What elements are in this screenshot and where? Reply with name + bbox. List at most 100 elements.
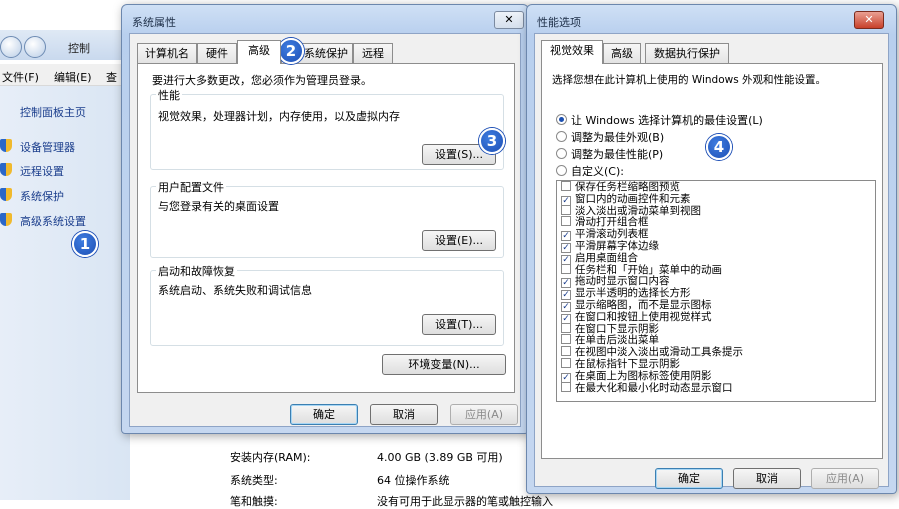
tab-dep[interactable]: 数据执行保护 bbox=[645, 43, 729, 64]
effect-item[interactable]: ✓ 在桌面上为图标标签使用阴影 bbox=[557, 369, 875, 383]
menu-view[interactable]: 查 bbox=[106, 69, 117, 85]
forward-button[interactable] bbox=[24, 36, 46, 58]
effect-item[interactable]: 在最大化和最小化时动态显示窗口 bbox=[557, 381, 875, 394]
effect-label: 任务栏和「开始」菜单中的动画 bbox=[575, 263, 722, 276]
advanced-panel: 要进行大多数更改，您必须作为管理员登录。 性能 视觉效果，处理器计划，内存使用，… bbox=[137, 63, 515, 393]
effect-label: 在鼠标指针下显示阴影 bbox=[575, 357, 680, 370]
back-button[interactable] bbox=[0, 36, 22, 58]
effect-item[interactable]: 任务栏和「开始」菜单中的动画 bbox=[557, 263, 875, 276]
effect-label: 在单击后淡出菜单 bbox=[575, 334, 659, 347]
shield-icon bbox=[0, 188, 12, 201]
ok-button[interactable]: 确定 bbox=[290, 404, 358, 425]
effect-label: 在视图中淡入淡出或滑动工具条提示 bbox=[575, 346, 743, 359]
pen-touch-label: 笔和触摸: bbox=[230, 495, 278, 508]
menu-edit[interactable]: 编辑(E) bbox=[54, 69, 92, 85]
checkbox-icon[interactable] bbox=[561, 263, 571, 274]
close-button[interactable]: ✕ bbox=[494, 11, 524, 29]
system-type-value: 64 位操作系统 bbox=[377, 474, 450, 487]
radio-let-windows-choose[interactable]: 让 Windows 选择计算机的最佳设置(L) bbox=[556, 112, 763, 128]
tab-computer-name[interactable]: 计算机名 bbox=[137, 43, 197, 64]
checkbox-icon[interactable] bbox=[561, 204, 571, 215]
effect-item[interactable]: ✓ 显示缩略图，而不是显示图标 bbox=[557, 299, 875, 312]
effect-label: 在窗口和按钮上使用视觉样式 bbox=[575, 310, 712, 323]
effect-label: 显示半透明的选择长方形 bbox=[575, 287, 691, 300]
close-button[interactable]: ✕ bbox=[854, 11, 884, 29]
radio-icon bbox=[556, 148, 567, 159]
menu-file[interactable]: 文件(F) bbox=[2, 69, 39, 85]
ram-value: 4.00 GB (3.89 GB 可用) bbox=[377, 451, 503, 464]
effect-item[interactable]: ✓ 在窗口和按钮上使用视觉样式 bbox=[557, 310, 875, 324]
effect-item[interactable]: ✓ 窗口内的动画控件和元素 bbox=[557, 192, 875, 206]
sidebar-link-remote[interactable]: 远程设置 bbox=[20, 163, 64, 179]
tab-advanced[interactable]: 高级 bbox=[237, 40, 281, 64]
radio-label: 调整为最佳外观(B) bbox=[571, 131, 665, 144]
tab-hardware[interactable]: 硬件 bbox=[197, 43, 237, 64]
effect-label: 窗口内的动画控件和元素 bbox=[575, 192, 691, 205]
radio-best-appearance[interactable]: 调整为最佳外观(B) bbox=[556, 129, 664, 145]
perf-intro: 选择您想在此计算机上使用的 Windows 外观和性能设置。 bbox=[552, 74, 827, 86]
tab-advanced[interactable]: 高级 bbox=[603, 43, 641, 64]
tab-remote[interactable]: 远程 bbox=[353, 43, 393, 64]
cancel-button[interactable]: 取消 bbox=[370, 404, 438, 425]
effect-label: 在桌面上为图标标签使用阴影 bbox=[575, 369, 712, 382]
checkbox-icon[interactable] bbox=[561, 181, 571, 191]
performance-desc: 视觉效果，处理器计划，内存使用，以及虚拟内存 bbox=[158, 110, 400, 123]
effect-item[interactable]: 在单击后淡出菜单 bbox=[557, 334, 875, 346]
sidebar-link-advanced[interactable]: 高级系统设置 bbox=[20, 213, 86, 229]
radio-best-performance[interactable]: 调整为最佳性能(P) bbox=[556, 146, 663, 162]
apply-button[interactable]: 应用(A) bbox=[450, 404, 518, 425]
system-properties-dialog: 系统属性 ✕ 计算机名 硬件 高级 系统保护 远程 要进行大多数更改，您必须作为… bbox=[121, 4, 529, 434]
effect-item[interactable]: ✓ 启用桌面组合 bbox=[557, 251, 875, 265]
apply-button[interactable]: 应用(A) bbox=[811, 468, 879, 489]
radio-selected-icon bbox=[556, 114, 567, 125]
effect-label: 平滑滚动列表框 bbox=[575, 228, 649, 241]
sidebar-home-link[interactable]: 控制面板主页 bbox=[20, 104, 86, 120]
effect-label: 平滑屏幕字体边缘 bbox=[575, 239, 659, 252]
effect-label: 淡入淡出或滑动菜单到视图 bbox=[575, 204, 701, 217]
profiles-desc: 与您登录有关的桌面设置 bbox=[158, 200, 279, 213]
tab-visual-effects[interactable]: 视觉效果 bbox=[541, 40, 603, 64]
startup-label: 启动和故障恢复 bbox=[156, 263, 237, 279]
address-text: 控制 bbox=[68, 42, 90, 55]
environment-variables-button[interactable]: 环境变量(N)... bbox=[382, 354, 506, 375]
system-type-label: 系统类型: bbox=[230, 474, 278, 487]
admin-notice: 要进行大多数更改，您必须作为管理员登录。 bbox=[152, 74, 372, 87]
profiles-settings-button[interactable]: 设置(E)... bbox=[422, 230, 496, 251]
profiles-label: 用户配置文件 bbox=[156, 179, 226, 195]
effect-label: 拖动时显示窗口内容 bbox=[575, 275, 670, 288]
shield-icon bbox=[0, 163, 12, 176]
radio-custom[interactable]: 自定义(C): bbox=[556, 163, 624, 179]
checkbox-icon[interactable] bbox=[561, 216, 571, 227]
effect-label: 在窗口下显示阴影 bbox=[575, 322, 659, 335]
effect-item[interactable]: ✓ 平滑屏幕字体边缘 bbox=[557, 239, 875, 253]
effect-item[interactable]: 在窗口下显示阴影 bbox=[557, 322, 875, 335]
effect-item[interactable]: 保存任务栏缩略图预览 bbox=[557, 181, 875, 193]
ram-label: 安装内存(RAM): bbox=[230, 451, 311, 464]
effects-list[interactable]: 保存任务栏缩略图预览 ✓ 窗口内的动画控件和元素 淡入淡出或滑动菜单到视图 滑动打开组合… bbox=[556, 180, 876, 402]
effect-item[interactable]: ✓ 平滑滚动列表框 bbox=[557, 228, 875, 242]
effect-item[interactable]: 滑动打开组合框 bbox=[557, 216, 875, 228]
cancel-button[interactable]: 取消 bbox=[733, 468, 801, 489]
close-icon: ✕ bbox=[504, 13, 514, 26]
effect-item[interactable]: 在视图中淡入淡出或滑动工具条提示 bbox=[557, 346, 875, 358]
radio-icon bbox=[556, 131, 567, 142]
sidebar-link-protection[interactable]: 系统保护 bbox=[20, 188, 64, 204]
checkbox-icon[interactable] bbox=[561, 322, 571, 333]
startup-desc: 系统启动、系统失败和调试信息 bbox=[158, 284, 312, 297]
startup-settings-button[interactable]: 设置(T)... bbox=[422, 314, 496, 335]
effect-item[interactable]: 淡入淡出或滑动菜单到视图 bbox=[557, 204, 875, 217]
performance-options-dialog: 性能选项 ✕ 视觉效果 高级 数据执行保护 选择您想在此计算机上使用的 Wind… bbox=[526, 4, 897, 494]
effect-label: 启用桌面组合 bbox=[575, 251, 638, 264]
checkbox-icon[interactable] bbox=[561, 346, 571, 357]
effect-label: 在最大化和最小化时动态显示窗口 bbox=[575, 381, 733, 394]
effect-item[interactable]: 在鼠标指针下显示阴影 bbox=[557, 357, 875, 370]
checkbox-icon[interactable] bbox=[561, 334, 571, 345]
radio-label: 自定义(C): bbox=[571, 165, 624, 178]
effect-item[interactable]: ✓ 拖动时显示窗口内容 bbox=[557, 275, 875, 289]
checkbox-icon[interactable] bbox=[561, 381, 571, 392]
ok-button[interactable]: 确定 bbox=[655, 468, 723, 489]
sidebar-link-device-manager[interactable]: 设备管理器 bbox=[20, 139, 75, 155]
checkbox-icon[interactable] bbox=[561, 357, 571, 368]
effect-item[interactable]: ✓ 显示半透明的选择长方形 bbox=[557, 287, 875, 301]
dialog-title: 系统属性 bbox=[132, 16, 176, 29]
